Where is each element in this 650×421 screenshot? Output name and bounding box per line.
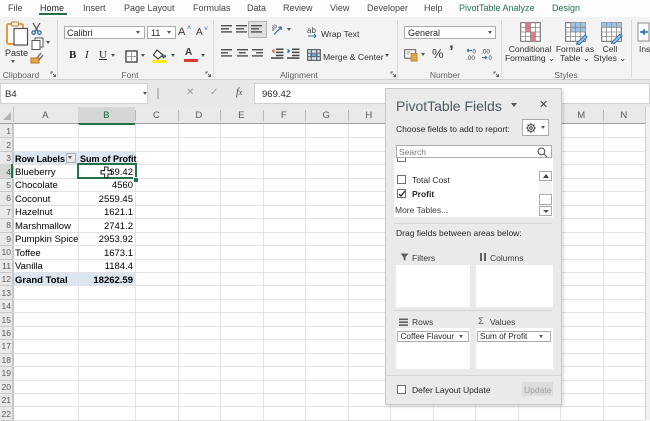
svg-text:.00: .00 xyxy=(481,49,490,56)
svg-text:ab: ab xyxy=(307,26,316,35)
svg-text:.00: .00 xyxy=(466,55,475,61)
svg-text:ab: ab xyxy=(272,24,279,33)
